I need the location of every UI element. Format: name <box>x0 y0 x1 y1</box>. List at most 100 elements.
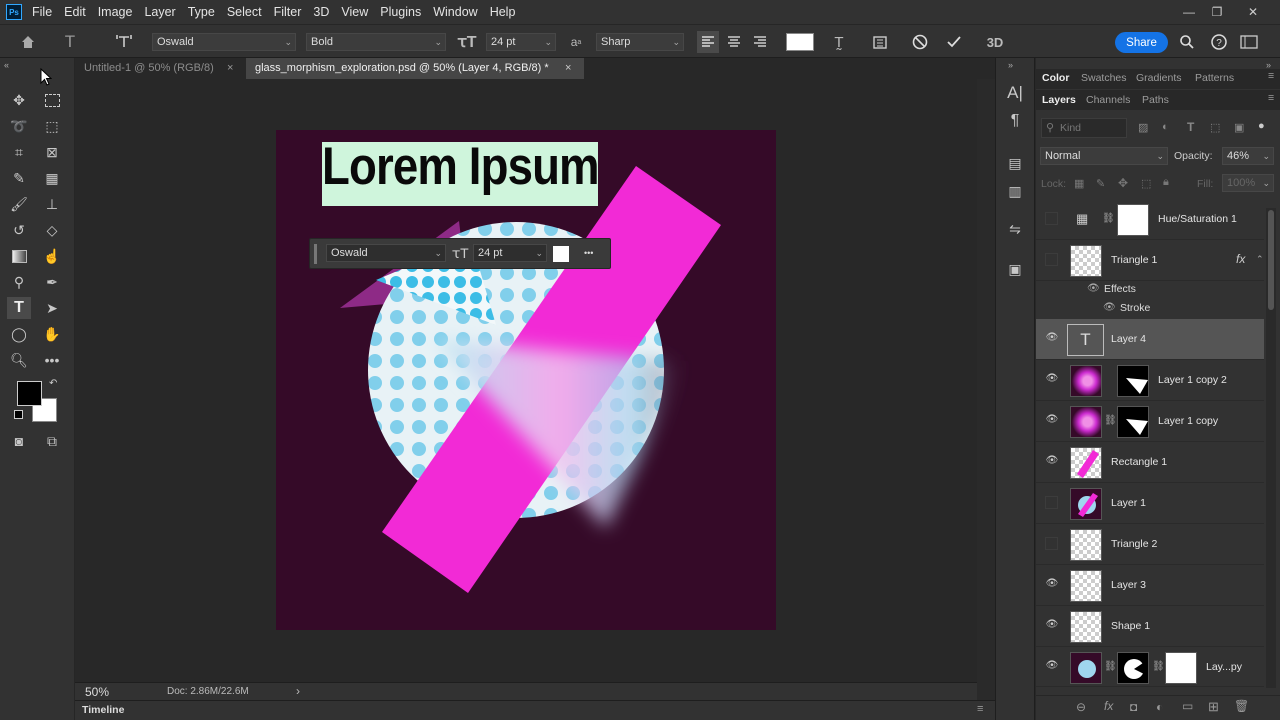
tab-gradients[interactable]: Gradients <box>1136 72 1182 84</box>
filter-smart-object-icon[interactable]: ▣ <box>1234 121 1244 134</box>
smudge-tool-icon[interactable]: ☝ <box>40 245 64 267</box>
lasso-tool-icon[interactable]: ➰ <box>7 115 31 137</box>
font-family-select[interactable]: Oswald ⌄ <box>152 33 296 51</box>
path-select-tool-icon[interactable]: ➤ <box>40 297 64 319</box>
timeline-tab[interactable]: Timeline <box>82 704 124 716</box>
help-icon[interactable]: ? <box>1208 31 1230 53</box>
eye-icon[interactable]: 👁︎ <box>1045 620 1059 630</box>
float-size-select[interactable]: 24 pt ⌄ <box>473 244 547 262</box>
tab-swatches[interactable]: Swatches <box>1081 72 1127 84</box>
layer-row-rectangle-1[interactable]: 👁︎ Rectangle 1 <box>1036 442 1264 483</box>
zoom-level[interactable]: 50% <box>85 685 109 699</box>
float-color-swatch[interactable] <box>553 246 569 262</box>
delete-layer-icon[interactable]: 🗑︎ <box>1234 699 1249 713</box>
adjustments-icon[interactable]: ⇋ <box>1003 218 1027 240</box>
type-tool-icon[interactable]: T <box>7 297 31 319</box>
paragraph-icon[interactable]: ¶ <box>1003 110 1027 132</box>
collapse-icon[interactable]: » <box>1008 60 1013 70</box>
3d-button[interactable]: 3D <box>982 31 1008 53</box>
brush-tool-icon[interactable]: 🖌 <box>7 193 31 215</box>
close-tab-icon[interactable]: × <box>565 58 571 79</box>
fx-badge[interactable]: fx <box>1236 252 1245 266</box>
lock-all-icon[interactable]: 🔒︎ <box>1163 176 1169 189</box>
eye-icon[interactable]: 👁︎ <box>1045 333 1059 343</box>
add-mask-icon[interactable]: ◘ <box>1130 700 1137 714</box>
headline-text[interactable]: Lorem Ipsum <box>322 136 600 206</box>
menu-plugins[interactable]: Plugins <box>374 0 427 24</box>
tab-patterns[interactable]: Patterns <box>1195 72 1234 84</box>
swap-colors-icon[interactable]: ↶ <box>49 378 57 389</box>
menu-window[interactable]: Window <box>427 0 483 24</box>
filter-shape-icon[interactable]: ⬚ <box>1210 121 1220 134</box>
lock-position-icon[interactable]: ✥ <box>1118 176 1128 190</box>
float-font-select[interactable]: Oswald ⌄ <box>326 244 446 262</box>
new-group-icon[interactable]: ▭ <box>1182 699 1193 713</box>
cancel-icon[interactable] <box>909 31 931 53</box>
eye-icon[interactable]: 👁︎ <box>1045 374 1059 384</box>
warp-text-icon[interactable]: T̰ <box>828 31 850 53</box>
eye-icon[interactable]: 👁︎ <box>1087 283 1100 294</box>
history-brush-tool-icon[interactable]: ↺ <box>7 219 31 241</box>
default-colors-icon[interactable] <box>14 410 23 419</box>
filter-type-icon[interactable]: T <box>1187 120 1194 134</box>
visibility-toggle[interactable] <box>1045 537 1058 550</box>
font-size-select[interactable]: 24 pt ⌄ <box>486 33 556 51</box>
search-icon[interactable] <box>1176 31 1198 53</box>
lock-artboard-icon[interactable]: ⬚ <box>1141 177 1151 190</box>
spot-healing-tool-icon[interactable]: ▦ <box>40 167 64 189</box>
eraser-tool-icon[interactable]: ◇ <box>40 219 64 241</box>
minimize-icon[interactable]: — <box>1174 0 1204 24</box>
font-style-select[interactable]: Bold ⌄ <box>306 33 446 51</box>
workspace-icon[interactable] <box>1238 31 1260 53</box>
chain-link-icon[interactable]: ⛓ <box>1104 415 1117 426</box>
eye-icon[interactable]: 👁︎ <box>1045 579 1059 589</box>
layer-row-triangle-1[interactable]: Triangle 1 fx ⌃ <box>1036 240 1264 281</box>
stroke-effect-row[interactable]: 👁︎ Stroke <box>1036 299 1264 318</box>
notes-icon[interactable]: ▥ <box>1003 180 1027 202</box>
share-button[interactable]: Share <box>1115 32 1168 53</box>
opacity-input[interactable]: 46% ⌄ <box>1222 147 1274 165</box>
text-color-swatch[interactable] <box>786 33 814 51</box>
screen-mode-icon[interactable]: ⧉ <box>40 430 64 452</box>
chain-link-icon[interactable]: ⛓ <box>1152 661 1165 672</box>
align-left-icon[interactable] <box>697 31 719 53</box>
commit-check-icon[interactable] <box>943 31 965 53</box>
stamp-tool-icon[interactable]: ⊥ <box>40 193 64 215</box>
filter-toggle-icon[interactable]: ● <box>1258 120 1265 132</box>
menu-3d[interactable]: 3D <box>307 0 335 24</box>
layer-row-layer-1-copy[interactable]: 👁︎ ⛓ Layer 1 copy <box>1036 401 1264 442</box>
more-options-icon[interactable]: ••• <box>584 248 593 258</box>
panel-menu-icon[interactable]: ≡ <box>1268 70 1274 82</box>
tab-untitled-1[interactable]: Untitled-1 @ 50% (RGB/8) × <box>75 58 243 79</box>
visibility-toggle[interactable] <box>1045 212 1058 225</box>
status-menu-arrow[interactable]: › <box>296 684 300 698</box>
home-icon[interactable] <box>17 31 39 53</box>
layer-row-layer-1[interactable]: Layer 1 <box>1036 483 1264 524</box>
visibility-toggle[interactable] <box>1045 496 1058 509</box>
visibility-toggle[interactable] <box>1045 253 1058 266</box>
close-tab-icon[interactable]: × <box>227 58 233 79</box>
layer-row-shape-1[interactable]: 👁︎ Shape 1 <box>1036 606 1264 647</box>
photoshop-logo[interactable]: Ps <box>6 4 22 20</box>
chevron-up-icon[interactable]: ⌃ <box>1256 254 1264 265</box>
filter-pixel-icon[interactable]: ▨ <box>1138 121 1148 134</box>
tab-channels[interactable]: Channels <box>1086 94 1130 106</box>
panel-menu-icon[interactable]: ≡ <box>1268 92 1274 104</box>
ellipse-tool-icon[interactable]: ◯ <box>7 323 31 345</box>
new-layer-icon[interactable]: ⊞ <box>1208 699 1219 715</box>
eye-icon[interactable]: 👁︎ <box>1045 661 1059 671</box>
blend-mode-select[interactable]: Normal ⌄ <box>1040 147 1168 165</box>
more-tools-icon[interactable]: ••• <box>40 349 64 371</box>
eye-icon[interactable]: 👁︎ <box>1045 415 1059 425</box>
align-right-icon[interactable] <box>749 31 771 53</box>
filter-search-input[interactable]: ⚲ Kind <box>1041 118 1127 138</box>
menu-type[interactable]: Type <box>182 0 221 24</box>
layer-row-layer-3[interactable]: 👁︎ Layer 3 <box>1036 565 1264 606</box>
menu-edit[interactable]: Edit <box>58 0 92 24</box>
pen-tool-icon[interactable]: ✒ <box>40 271 64 293</box>
layer-row-layer-4[interactable]: 👁︎ T Layer 4 <box>1036 319 1264 360</box>
layers-scrollbar[interactable] <box>1266 208 1276 688</box>
layer-row-triangle-2[interactable]: Triangle 2 <box>1036 524 1264 565</box>
dodge-tool-icon[interactable]: ⚲ <box>7 271 31 293</box>
vertical-scrollbar[interactable] <box>977 79 995 700</box>
